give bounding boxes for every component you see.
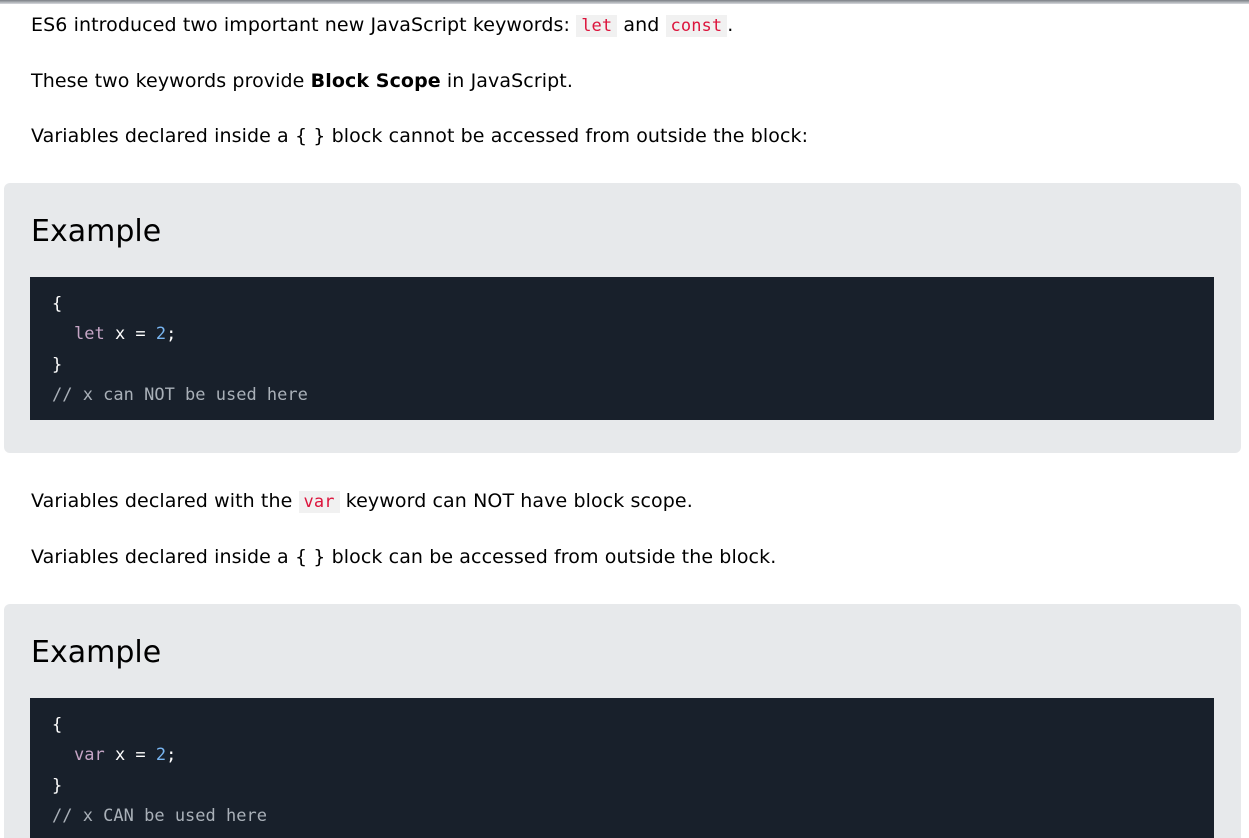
example-box-var: Example { var x = 2; } // x CAN be used … [4, 604, 1241, 838]
middle-text: keyword can NOT have block scope. [339, 490, 693, 512]
code-comment: // x CAN be used here [52, 806, 267, 826]
intro-paragraph-keywords: ES6 introduced two important new JavaScr… [31, 12, 733, 39]
code-comment: // x can NOT be used here [52, 385, 308, 405]
code-number: 2 [155, 745, 167, 765]
inline-code-let: let [576, 15, 618, 37]
intro-text: in JavaScript. [440, 70, 573, 92]
code-block-var: { var x = 2; } // x CAN be used here [30, 698, 1214, 838]
code-line-open-brace: { [52, 715, 63, 735]
code-keyword: var [74, 745, 105, 765]
intro-paragraph-block-scope: These two keywords provide Block Scope i… [31, 68, 573, 94]
intro-text: These two keywords provide [31, 70, 311, 92]
code-line-open-brace: { [52, 294, 63, 314]
code-semicolon: ; [166, 745, 177, 765]
code-number: 2 [155, 324, 167, 344]
code-line-close-brace: } [52, 355, 63, 375]
code-line-close-brace: } [52, 776, 63, 796]
code-semicolon: ; [166, 324, 177, 344]
example-heading: Example [31, 635, 162, 670]
bold-term-block-scope: Block Scope [310, 70, 441, 92]
top-border [0, 0, 1249, 4]
code-statement: x = [104, 324, 156, 344]
code-line-declaration: let x = 2; [74, 323, 176, 345]
example-heading: Example [31, 214, 162, 249]
code-keyword: let [74, 324, 105, 344]
intro-text: . [727, 14, 734, 36]
code-block-let: { let x = 2; } // x can NOT be used here [30, 277, 1214, 420]
code-line-declaration: var x = 2; [74, 744, 176, 766]
code-statement: x = [104, 745, 156, 765]
intro-text: ES6 introduced two important new JavaScr… [31, 14, 577, 36]
middle-paragraph-var: Variables declared with the var keyword … [31, 488, 693, 515]
intro-paragraph-block-access: Variables declared inside a { } block ca… [31, 125, 809, 147]
inline-code-const: const [665, 15, 728, 37]
middle-text: Variables declared with the [31, 490, 299, 512]
middle-paragraph-block-access: Variables declared inside a { } block ca… [31, 546, 777, 568]
inline-code-var: var [298, 491, 340, 513]
intro-text: and [617, 14, 666, 36]
example-box-let: Example { let x = 2; } // x can NOT be u… [4, 183, 1241, 453]
